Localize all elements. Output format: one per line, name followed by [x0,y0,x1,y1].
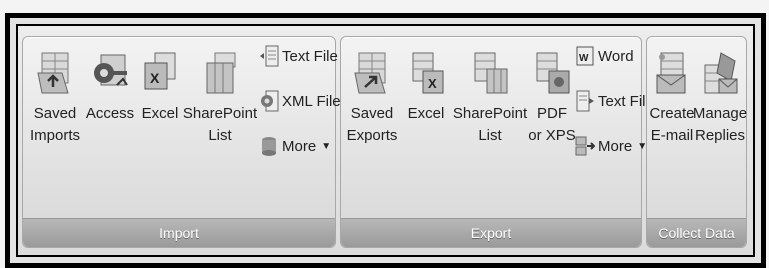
sharepoint-list-icon [206,52,236,94]
more-label: More [282,137,317,155]
sharepoint-list-label: SharePoint List [182,105,258,144]
collect-data-group: Create E-mail Manage Replies Collect Dat… [646,36,747,248]
database-icon [262,137,276,156]
export-text-file-button[interactable]: Text File [575,90,654,112]
create-email-button[interactable]: Create E-mail [649,51,695,147]
saved-imports-icon [37,52,69,94]
create-email-label: Create E-mail [649,105,695,144]
import-more-button[interactable]: More ▼ [259,135,331,157]
text-file-icon [260,45,279,67]
svg-text:W: W [579,53,589,64]
saved-exports-label: Saved Exports [346,105,398,144]
saved-exports-button[interactable]: Saved Exports [347,51,397,147]
word-label: Word [598,47,634,65]
manage-replies-label: Manage Replies [692,105,748,144]
export-excel-button[interactable]: X Excel [403,51,449,125]
export-group-label: Export [341,218,641,247]
access-key-icon [94,54,128,86]
export-arrow-icon [575,136,595,156]
word-icon: W [576,46,594,66]
import-group-label: Import [23,218,335,247]
import-excel-button[interactable]: X Excel [137,51,183,125]
ribbon: Saved Imports Access X Excel SharePoint … [16,24,755,257]
screenshot-frame: Saved Imports Access X Excel SharePoint … [5,13,766,268]
import-group: Saved Imports Access X Excel SharePoint … [22,36,341,248]
import-sharepoint-list-button[interactable]: SharePoint List [181,51,259,147]
create-email-icon [656,52,686,94]
saved-imports-button[interactable]: Saved Imports [30,51,81,147]
pdf-xps-label: PDF or XPS [528,105,576,144]
import-text-file-button[interactable]: Text File [259,45,338,67]
manage-replies-icon [704,52,738,94]
more-label: More [598,137,633,155]
sharepoint-list-icon [474,52,508,94]
saved-exports-icon [354,52,386,94]
xml-file-icon [261,90,279,112]
excel-label: Excel [141,105,179,122]
export-group: Saved Exports X Excel SharePoint List PD… [340,36,654,248]
import-access-button[interactable]: Access [85,51,135,125]
saved-imports-label: Saved Imports [30,105,81,144]
manage-replies-button[interactable]: Manage Replies [692,51,748,147]
import-xml-file-button[interactable]: XML File [259,90,341,112]
export-sharepoint-list-button[interactable]: SharePoint List [453,51,527,147]
text-file-label: Text File [282,47,338,65]
text-file-icon [576,90,594,112]
excel-icon: X [144,52,176,90]
export-word-button[interactable]: W Word [575,45,634,67]
export-more-button[interactable]: More ▼ [575,135,647,157]
export-pdf-xps-button[interactable]: PDF or XPS [527,51,577,147]
xml-file-label: XML File [282,92,341,110]
sharepoint-list-label: SharePoint List [452,105,528,144]
excel-icon: X [412,52,444,94]
svg-text:X: X [428,76,437,91]
excel-label: Excel [407,105,445,122]
svg-text:X: X [150,70,160,86]
access-label: Access [85,105,135,122]
pdf-xps-icon [536,52,570,94]
collect-data-group-label: Collect Data [647,218,746,247]
chevron-down-icon: ▼ [321,140,332,152]
